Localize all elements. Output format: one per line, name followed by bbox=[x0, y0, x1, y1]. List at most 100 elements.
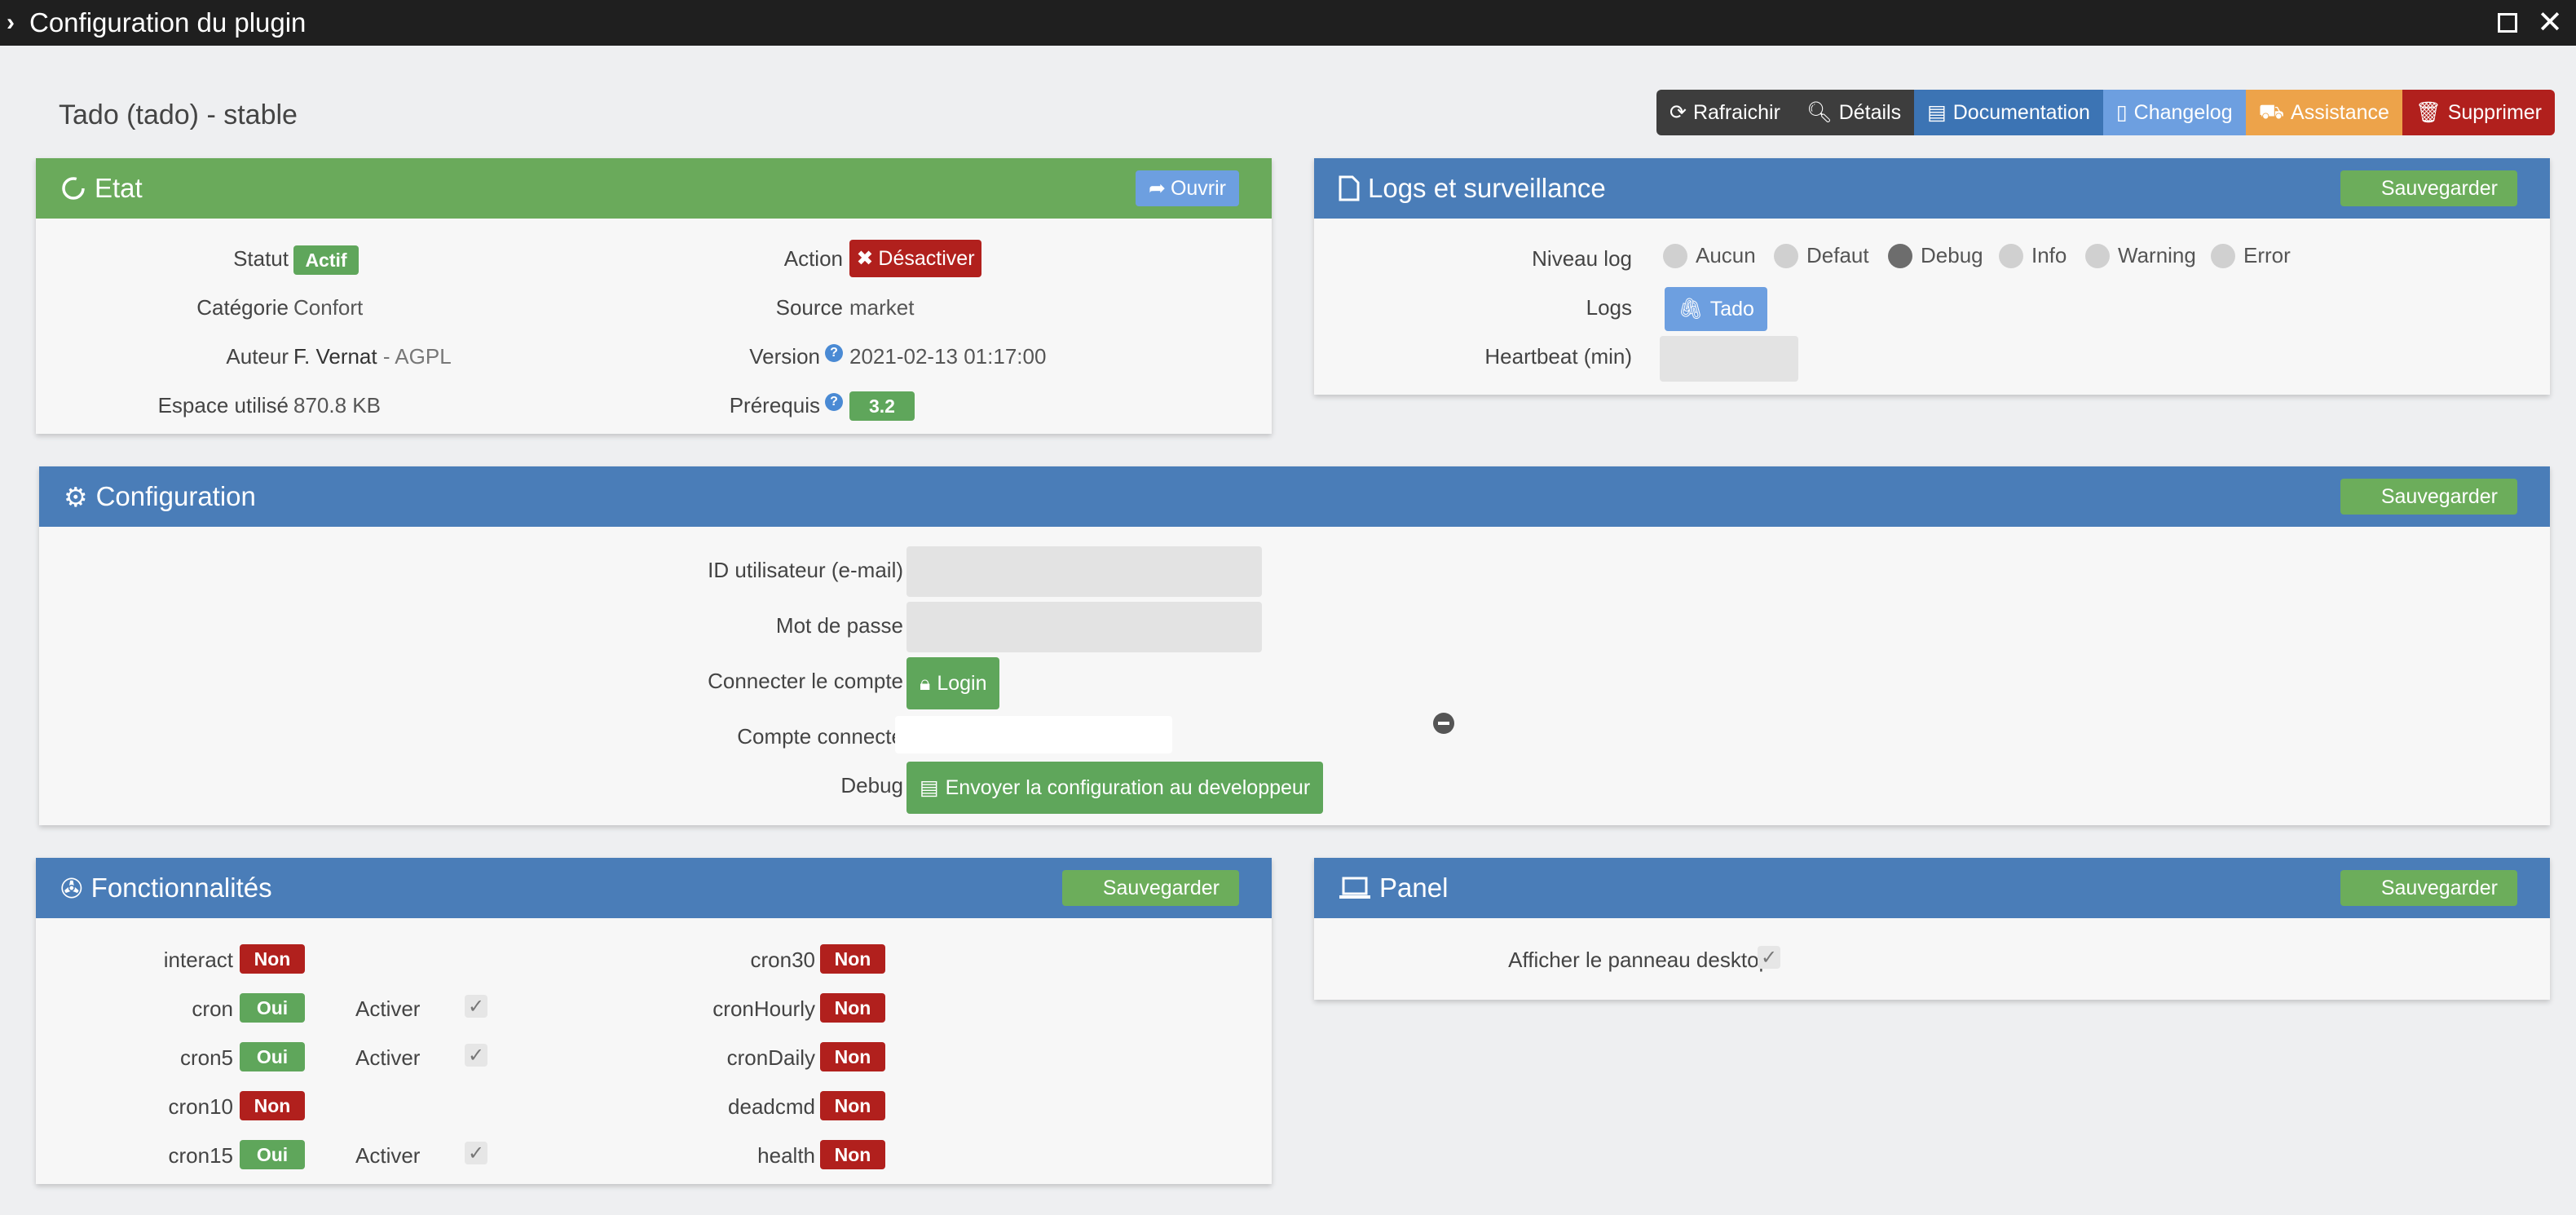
password-input[interactable] bbox=[906, 602, 1262, 652]
details-button[interactable]: 🔍︎ Détails bbox=[1793, 90, 1915, 135]
refresh-button[interactable]: ⟳ Rafraichir bbox=[1656, 90, 1793, 135]
lock-icon: 🔒︎ bbox=[920, 671, 931, 695]
espace-label: Espace utilisé bbox=[157, 393, 289, 418]
desktop-panel-checkbox[interactable]: ✓ bbox=[1758, 946, 1780, 969]
debug-label: Debug bbox=[840, 773, 903, 797]
send-config-button[interactable]: ▤ Envoyer la configuration au developpeur bbox=[906, 762, 1324, 814]
fonctionnalites-panel-header: ✇ Fonctionnalités Sauvegarder bbox=[36, 858, 1272, 918]
activer-label: Activer bbox=[355, 996, 421, 1021]
configuration-title: Configuration bbox=[95, 481, 256, 511]
heartbeat-label: Heartbeat (min) bbox=[1484, 344, 1632, 369]
ambulance-icon: ⛟ bbox=[2258, 99, 2285, 123]
file-icon: ▯ bbox=[2115, 101, 2128, 124]
feature-name: interact bbox=[163, 948, 233, 972]
x-icon: ✖ bbox=[856, 247, 874, 270]
feature-name: cronHourly bbox=[712, 996, 815, 1021]
tado-log-button[interactable]: 🖇︎ Tado bbox=[1665, 287, 1767, 331]
configuration-panel-header: ⚙ Configuration Sauvegarder bbox=[39, 466, 2550, 527]
logs-title: Logs et surveillance bbox=[1368, 173, 1606, 203]
activer-label: Activer bbox=[355, 1143, 421, 1168]
panel-panel-header: Panel Sauvegarder bbox=[1314, 858, 2550, 918]
feature-status-badge: Non bbox=[820, 1091, 885, 1120]
minus-circle-icon[interactable] bbox=[1433, 713, 1454, 734]
window-titlebar: › Configuration du plugin ✕ bbox=[0, 0, 2576, 46]
user-id-input[interactable] bbox=[906, 546, 1262, 597]
deactivate-button[interactable]: ✖ Désactiver bbox=[849, 240, 981, 277]
plugin-toolbar: ⟳ Rafraichir 🔍︎ Détails ▤ Documentation ▯ Ch… bbox=[1656, 90, 2556, 135]
feature-name: cron10 bbox=[168, 1094, 234, 1119]
file-icon bbox=[1339, 175, 1360, 201]
log-level-aucun[interactable]: Aucun bbox=[1663, 243, 1756, 268]
activer-checkbox[interactable]: ✓ bbox=[465, 1044, 487, 1067]
log-level-error[interactable]: Error bbox=[2211, 243, 2291, 268]
trash-icon: 🗑︎ bbox=[2415, 100, 2441, 124]
source-value: market bbox=[849, 295, 915, 320]
feature-status-badge: Non bbox=[240, 1091, 305, 1120]
logs-label: Logs bbox=[1586, 295, 1632, 320]
log-level-defaut[interactable]: Defaut bbox=[1774, 243, 1869, 268]
laptop-icon bbox=[1339, 876, 1371, 900]
feature-name: health bbox=[757, 1143, 815, 1168]
log-level-debug[interactable]: Debug bbox=[1888, 243, 1983, 268]
open-button[interactable]: ➦ Ouvrir bbox=[1135, 170, 1239, 206]
close-icon[interactable]: ✕ bbox=[2535, 7, 2565, 38]
search-icon: 🔍︎ bbox=[1806, 100, 1833, 124]
feature-name: cronDaily bbox=[726, 1045, 815, 1070]
statut-label: Statut bbox=[233, 246, 289, 271]
paperclip-icon: 🖇︎ bbox=[1678, 297, 1704, 320]
config-save-button[interactable]: Sauvegarder bbox=[2340, 479, 2517, 515]
feature-name: cron30 bbox=[750, 948, 816, 972]
desktop-panel-label: Afficher le panneau desktop bbox=[1508, 948, 1771, 972]
refresh-icon: ⟳ bbox=[1670, 101, 1687, 124]
maximize-icon[interactable] bbox=[2493, 8, 2522, 38]
panel-panel: Panel Sauvegarder Afficher le panneau de… bbox=[1314, 858, 2550, 1000]
fonctionnalites-panel: ✇ Fonctionnalités Sauvegarder interact No… bbox=[36, 858, 1272, 1184]
feature-name: deadcmd bbox=[728, 1094, 815, 1119]
log-level-warning[interactable]: Warning bbox=[2085, 243, 2196, 268]
panel-title: Panel bbox=[1379, 873, 1449, 903]
window-title: Configuration du plugin bbox=[29, 7, 307, 38]
help-icon[interactable]: ? bbox=[825, 393, 843, 411]
prerequis-badge: 3.2 bbox=[849, 391, 915, 421]
etat-panel: Etat ➦ Ouvrir Statut Actif Catégorie Conf… bbox=[36, 158, 1272, 434]
assistance-button[interactable]: ⛟ Assistance bbox=[2245, 90, 2402, 135]
book-icon: ▤ bbox=[1927, 101, 1947, 124]
statut-badge: Actif bbox=[293, 245, 359, 275]
help-icon[interactable]: ? bbox=[825, 344, 843, 362]
gears-icon: ⚙ bbox=[64, 481, 88, 512]
delete-button[interactable]: 🗑︎ Supprimer bbox=[2402, 90, 2556, 135]
login-button[interactable]: 🔒︎ Login bbox=[906, 657, 1000, 709]
share-icon: ➦ bbox=[1148, 177, 1166, 200]
feature-name: cron5 bbox=[179, 1045, 233, 1070]
plugin-title: Tado (tado) - stable bbox=[59, 99, 298, 130]
spinner-icon bbox=[60, 175, 86, 201]
changelog-button[interactable]: ▯ Changelog bbox=[2102, 90, 2246, 135]
feature-status-badge: Oui bbox=[240, 1140, 305, 1169]
author-name: F. Vernat bbox=[293, 344, 377, 369]
logs-save-button[interactable]: Sauvegarder bbox=[2340, 170, 2517, 206]
documentation-button[interactable]: ▤ Documentation bbox=[1914, 90, 2103, 135]
chevron-right-icon[interactable]: › bbox=[7, 9, 29, 37]
satellite-icon: ✇ bbox=[60, 873, 83, 904]
connect-label: Connecter le compte bbox=[708, 669, 903, 693]
log-level-info[interactable]: Info bbox=[1999, 243, 2067, 268]
book-icon: ▤ bbox=[920, 776, 939, 799]
niveau-log-label: Niveau log bbox=[1532, 246, 1632, 271]
prerequis-label: Prérequis? bbox=[607, 393, 843, 418]
feature-status-badge: Oui bbox=[240, 993, 305, 1023]
feature-status-badge: Non bbox=[240, 944, 305, 974]
activer-checkbox[interactable]: ✓ bbox=[465, 995, 487, 1018]
activer-checkbox[interactable]: ✓ bbox=[465, 1142, 487, 1164]
action-label: Action bbox=[783, 246, 843, 271]
panel-save-button[interactable]: Sauvegarder bbox=[2340, 870, 2517, 906]
fonctionnalites-title: Fonctionnalités bbox=[90, 873, 272, 903]
connected-label: Compte connecté bbox=[737, 724, 903, 749]
fonctionnalites-save-button[interactable]: Sauvegarder bbox=[1061, 870, 1239, 906]
feature-name: cron15 bbox=[168, 1143, 234, 1168]
heartbeat-input[interactable] bbox=[1660, 336, 1798, 382]
feature-name: cron bbox=[192, 996, 233, 1021]
feature-status-badge: Non bbox=[820, 944, 885, 974]
license-text: - AGPL bbox=[377, 344, 452, 369]
auteur-value: F. Vernat - AGPL bbox=[293, 344, 452, 369]
categorie-label: Catégorie bbox=[196, 295, 289, 320]
